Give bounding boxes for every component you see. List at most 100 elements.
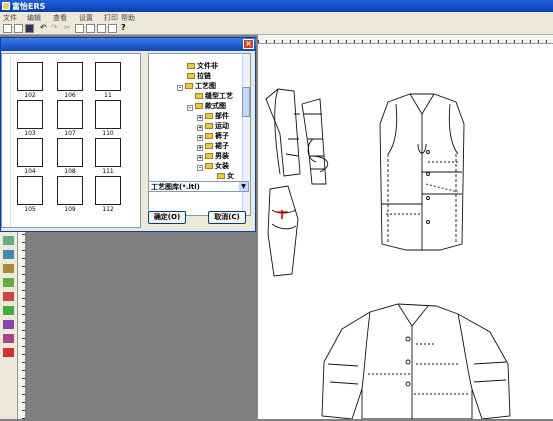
thumbnail-image — [17, 138, 43, 167]
thumbnail-image — [17, 100, 43, 129]
thumbnail-label: 103 — [24, 130, 36, 137]
drawing-canvas[interactable] — [258, 44, 553, 420]
thumbnail-item[interactable]: 108 — [57, 138, 87, 175]
thumbnail-label: 106 — [64, 92, 76, 99]
folder-icon — [185, 83, 193, 89]
cut-icon[interactable]: ✂ — [64, 24, 73, 33]
horizontal-ruler — [258, 35, 553, 44]
thumbnail-item[interactable]: 112 — [95, 176, 125, 213]
tree-node[interactable]: + 部件 — [197, 111, 229, 121]
thumbnail-item[interactable]: 110 — [95, 100, 125, 137]
toolbar: ↶ ↷ ✂ ? — [0, 22, 553, 35]
tree-node[interactable]: - 工艺图 — [177, 81, 216, 91]
menu-bar: 文件 编辑 查看 设置 打印 帮助 — [0, 12, 553, 22]
thumbnail-image — [95, 62, 121, 91]
folder-icon — [187, 73, 195, 79]
tree-node[interactable]: + 裤子 — [197, 131, 229, 141]
pen-tool-icon[interactable] — [3, 250, 14, 259]
thumbnail-image — [95, 176, 121, 205]
close-icon[interactable]: × — [243, 39, 254, 49]
help-icon[interactable]: ? — [121, 24, 130, 33]
curve-tool-icon[interactable] — [3, 264, 14, 273]
collapse-icon[interactable]: - — [197, 165, 203, 171]
redo-icon[interactable]: ↷ — [51, 24, 60, 33]
thumbnail-item[interactable]: 106 — [57, 62, 87, 99]
tree-node-label: 拉链 — [197, 72, 211, 80]
stitch-tool-icon[interactable] — [3, 292, 14, 301]
tree-node-label: 裙子 — [215, 142, 229, 150]
title-bar: 富怡ERS — [0, 0, 553, 12]
tree-node[interactable]: - 女装 — [197, 161, 229, 171]
copy-icon[interactable] — [75, 24, 84, 33]
thumbnail-item[interactable]: 102 — [17, 62, 47, 99]
tree-node-label: 文件非 — [197, 62, 218, 70]
fill-tool-icon[interactable] — [3, 278, 14, 287]
tree-node[interactable]: + 运动 — [197, 121, 229, 131]
tree-node[interactable]: + 裙子 — [197, 141, 229, 151]
thumbnail-label: 110 — [102, 130, 114, 137]
thumbnail-item[interactable]: 104 — [17, 138, 47, 175]
folder-icon — [205, 153, 213, 159]
thumbnail-item[interactable]: 109 — [57, 176, 87, 213]
thumbnail-image — [57, 138, 83, 167]
tree-node-label: 款式图 — [205, 102, 226, 110]
folder-icon — [187, 63, 195, 69]
cancel-button[interactable]: 取消(C) — [208, 211, 246, 224]
thumbnail-item[interactable]: 103 — [17, 100, 47, 137]
save-icon[interactable] — [25, 24, 34, 33]
folder-icon — [205, 123, 213, 129]
tree-node-label: 部件 — [215, 112, 229, 120]
app-title: 富怡ERS — [12, 2, 46, 11]
folder-icon — [205, 133, 213, 139]
thumbnail-label: 111 — [102, 168, 114, 175]
tool-palette — [0, 232, 18, 419]
tree-node[interactable]: 缝型工艺 — [195, 91, 233, 100]
folder-icon — [217, 173, 225, 179]
tree-node[interactable]: + 男装 — [197, 151, 229, 161]
paste-icon[interactable] — [86, 24, 95, 33]
thumbnail-grid: 102 106 11 103 107 110 104 108 111 105 1… — [1, 53, 141, 228]
tree-node-label: 女 — [227, 172, 234, 180]
chevron-down-icon[interactable]: ▼ — [239, 182, 248, 191]
collapse-icon[interactable]: - — [177, 85, 183, 91]
folder-icon — [195, 93, 203, 99]
tree-scrollbar-thumb[interactable] — [242, 87, 250, 117]
thumbnail-label: 104 — [24, 168, 36, 175]
thumbnail-label: 11 — [104, 92, 112, 99]
button-tool-icon[interactable] — [3, 348, 14, 357]
tree-node-label: 运动 — [215, 122, 229, 130]
print-preview-icon[interactable] — [97, 24, 106, 33]
thumbnail-item[interactable]: 11 — [95, 62, 125, 99]
print-icon[interactable] — [108, 24, 117, 33]
open-icon[interactable] — [14, 24, 23, 33]
new-icon[interactable] — [3, 24, 12, 33]
ok-button[interactable]: 确定(O) — [148, 211, 186, 224]
tree-node[interactable]: 拉链 — [187, 71, 211, 80]
thumbnail-label: 108 — [64, 168, 76, 175]
tree-node-label: 工艺图 — [195, 82, 216, 90]
thumbnail-image — [57, 62, 83, 91]
thumbnail-item[interactable]: 111 — [95, 138, 125, 175]
tree-node-label: 裤子 — [215, 132, 229, 140]
thumbnail-item[interactable]: 107 — [57, 100, 87, 137]
tree-node[interactable]: 文件非 — [187, 61, 218, 70]
tree-node[interactable]: 女 — [217, 171, 234, 180]
folder-icon — [205, 163, 213, 169]
garment-drawing — [265, 88, 511, 420]
undo-icon[interactable]: ↶ — [40, 24, 49, 33]
folder-icon — [205, 143, 213, 149]
thumbnail-label: 102 — [24, 92, 36, 99]
thumbnail-image — [17, 176, 43, 205]
workspace-background — [25, 232, 258, 419]
thumbnail-item[interactable]: 105 — [17, 176, 47, 213]
line-tool-icon[interactable] — [3, 320, 14, 329]
vertical-ruler — [18, 232, 25, 419]
thumbnail-image — [95, 138, 121, 167]
collapse-icon[interactable]: - — [187, 105, 193, 111]
measure-tool-icon[interactable] — [3, 334, 14, 343]
select-tool-icon[interactable] — [3, 236, 14, 245]
tree-node[interactable]: - 款式图 — [187, 101, 226, 111]
file-type-select[interactable]: 工艺图库(*.ltl) ▼ — [148, 181, 249, 192]
brush-tool-icon[interactable] — [3, 306, 14, 315]
grid-left-edge — [2, 54, 11, 227]
